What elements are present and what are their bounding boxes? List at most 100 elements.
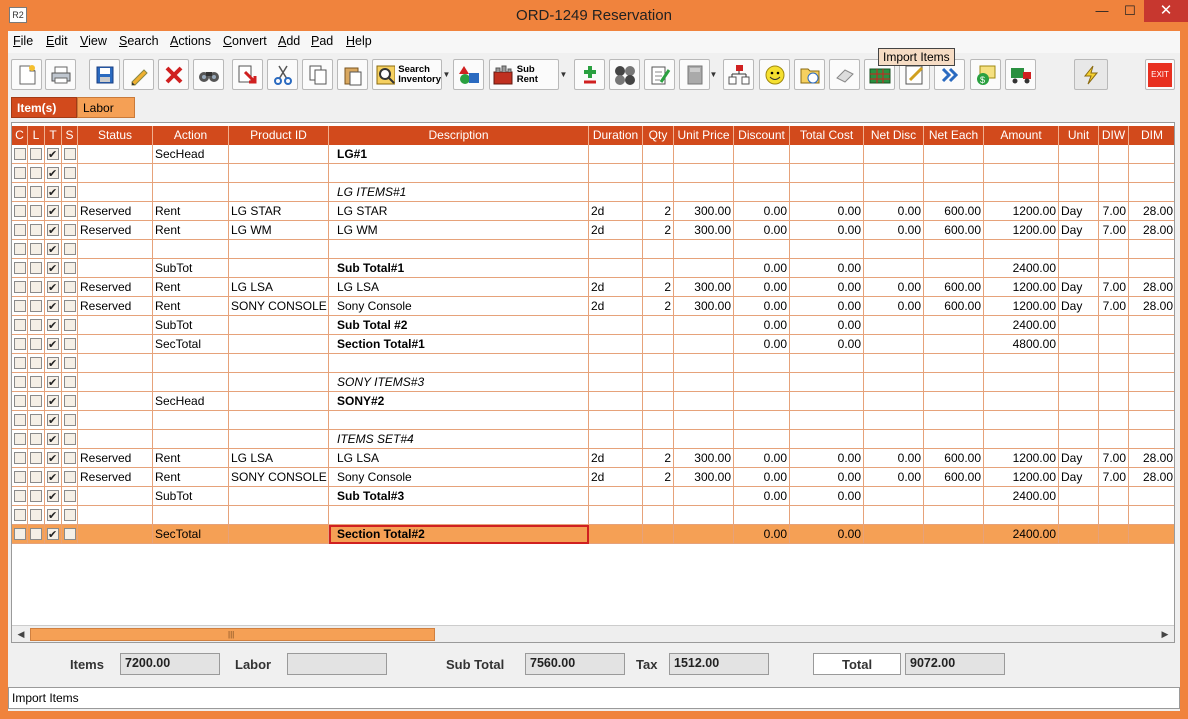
cell-diw[interactable] bbox=[1099, 145, 1129, 164]
print-button[interactable] bbox=[45, 59, 76, 90]
cell-ne[interactable]: 600.00 bbox=[924, 221, 984, 240]
cell-tc[interactable]: 0.00 bbox=[790, 297, 864, 316]
cell-disc[interactable]: 0.00 bbox=[734, 202, 790, 221]
cell-nd[interactable] bbox=[864, 316, 924, 335]
cell-dur[interactable] bbox=[589, 335, 643, 354]
column-header[interactable]: Product ID bbox=[229, 126, 329, 145]
table-row[interactable] bbox=[12, 411, 1174, 430]
row-checkbox[interactable] bbox=[14, 300, 26, 312]
row-checkbox[interactable] bbox=[64, 338, 76, 350]
cell-dim[interactable] bbox=[1129, 145, 1174, 164]
cell-unit[interactable] bbox=[1059, 164, 1099, 183]
cell-status[interactable] bbox=[78, 525, 153, 544]
cell-dur[interactable] bbox=[589, 373, 643, 392]
cell-dim[interactable] bbox=[1129, 430, 1174, 449]
cell-unit[interactable]: Day bbox=[1059, 221, 1099, 240]
row-checkbox[interactable] bbox=[47, 374, 59, 392]
cell-dim[interactable]: 28.00 bbox=[1129, 221, 1174, 240]
cell-desc[interactable]: SONY#2 bbox=[329, 392, 589, 411]
cell-qty[interactable] bbox=[643, 430, 674, 449]
cell-pid[interactable]: LG LSA bbox=[229, 449, 329, 468]
row-checkbox[interactable] bbox=[30, 357, 42, 369]
cell-qty[interactable]: 2 bbox=[643, 297, 674, 316]
cell-dim[interactable] bbox=[1129, 411, 1174, 430]
row-checkbox[interactable] bbox=[30, 509, 42, 521]
truck-button[interactable] bbox=[1005, 59, 1036, 90]
calculator-dropdown[interactable]: ▼ bbox=[709, 59, 718, 90]
cell-up[interactable] bbox=[674, 354, 734, 373]
cell-qty[interactable] bbox=[643, 164, 674, 183]
cell-status[interactable] bbox=[78, 506, 153, 525]
cell-dur[interactable] bbox=[589, 354, 643, 373]
cell-disc[interactable]: 0.00 bbox=[734, 278, 790, 297]
calculator-button[interactable] bbox=[679, 59, 710, 90]
cell-action[interactable]: Rent bbox=[153, 278, 229, 297]
cell-qty[interactable] bbox=[643, 411, 674, 430]
menu-edit[interactable]: Edit bbox=[46, 34, 68, 48]
row-checkbox[interactable] bbox=[30, 395, 42, 407]
cell-desc[interactable]: LG ITEMS#1 bbox=[329, 183, 589, 202]
cell-up[interactable] bbox=[674, 392, 734, 411]
notepad-button[interactable] bbox=[644, 59, 675, 90]
cell-status[interactable] bbox=[78, 183, 153, 202]
cell-qty[interactable] bbox=[643, 259, 674, 278]
cell-ne[interactable] bbox=[924, 335, 984, 354]
cell-nd[interactable] bbox=[864, 506, 924, 525]
cell-amt[interactable]: 2400.00 bbox=[984, 525, 1059, 544]
cell-action[interactable]: SecTotal bbox=[153, 335, 229, 354]
menu-search[interactable]: Search bbox=[119, 34, 159, 48]
row-checkbox[interactable] bbox=[14, 338, 26, 350]
row-checkbox[interactable] bbox=[47, 507, 59, 525]
row-checkbox[interactable] bbox=[30, 471, 42, 483]
column-header[interactable]: Total Cost bbox=[790, 126, 864, 145]
cell-desc[interactable] bbox=[329, 354, 589, 373]
row-checkbox[interactable] bbox=[14, 376, 26, 388]
row-checkbox[interactable] bbox=[64, 490, 76, 502]
column-header[interactable]: Status bbox=[78, 126, 153, 145]
cell-desc[interactable]: LG WM bbox=[329, 221, 589, 240]
cell-diw[interactable] bbox=[1099, 525, 1129, 544]
flash-button[interactable] bbox=[1074, 59, 1108, 90]
row-checkbox[interactable] bbox=[64, 528, 76, 540]
cell-unit[interactable] bbox=[1059, 259, 1099, 278]
column-header[interactable]: L bbox=[28, 126, 45, 145]
row-checkbox[interactable] bbox=[64, 319, 76, 331]
cell-dur[interactable]: 2d bbox=[589, 449, 643, 468]
cell-amt[interactable]: 4800.00 bbox=[984, 335, 1059, 354]
cell-diw[interactable] bbox=[1099, 164, 1129, 183]
cell-nd[interactable] bbox=[864, 411, 924, 430]
column-header[interactable]: Unit Price bbox=[674, 126, 734, 145]
cell-desc[interactable]: Sony Console bbox=[329, 297, 589, 316]
row-checkbox[interactable] bbox=[30, 281, 42, 293]
cell-action[interactable]: Rent bbox=[153, 221, 229, 240]
cell-action[interactable]: SecHead bbox=[153, 145, 229, 164]
cell-unit[interactable] bbox=[1059, 240, 1099, 259]
cell-dur[interactable] bbox=[589, 259, 643, 278]
cell-amt[interactable] bbox=[984, 354, 1059, 373]
cell-up[interactable] bbox=[674, 259, 734, 278]
cell-qty[interactable] bbox=[643, 145, 674, 164]
smiley-button[interactable] bbox=[759, 59, 790, 90]
add-line-button[interactable] bbox=[574, 59, 605, 90]
cell-dim[interactable] bbox=[1129, 259, 1174, 278]
row-checkbox[interactable] bbox=[14, 262, 26, 274]
cell-pid[interactable]: LG WM bbox=[229, 221, 329, 240]
scroll-thumb[interactable]: ||| bbox=[30, 628, 435, 641]
row-checkbox[interactable] bbox=[47, 526, 59, 544]
cell-up[interactable]: 300.00 bbox=[674, 468, 734, 487]
exit-button[interactable]: EXIT bbox=[1145, 59, 1175, 90]
cell-tc[interactable]: 0.00 bbox=[790, 202, 864, 221]
cell-up[interactable] bbox=[674, 430, 734, 449]
cell-action[interactable]: SubTot bbox=[153, 259, 229, 278]
cell-nd[interactable]: 0.00 bbox=[864, 202, 924, 221]
cell-qty[interactable] bbox=[643, 506, 674, 525]
cell-tc[interactable] bbox=[790, 430, 864, 449]
cell-amt[interactable]: 2400.00 bbox=[984, 487, 1059, 506]
cell-unit[interactable] bbox=[1059, 183, 1099, 202]
cell-pid[interactable] bbox=[229, 354, 329, 373]
table-row[interactable]: SubTot Sub Total#1 0.000.00 2400.00 bbox=[12, 259, 1174, 278]
cell-diw[interactable] bbox=[1099, 316, 1129, 335]
cell-pid[interactable]: LG LSA bbox=[229, 278, 329, 297]
cell-dim[interactable] bbox=[1129, 240, 1174, 259]
row-checkbox[interactable] bbox=[64, 281, 76, 293]
